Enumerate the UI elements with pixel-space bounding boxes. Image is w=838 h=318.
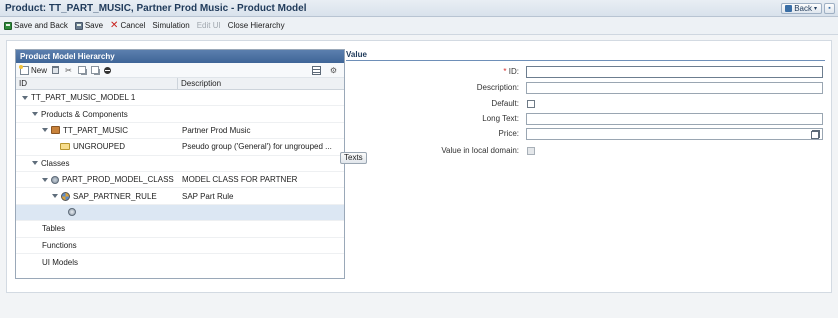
long-text-label: Long Text: bbox=[482, 114, 519, 123]
id-label-text: ID: bbox=[508, 67, 519, 76]
save-button[interactable]: Save bbox=[74, 21, 104, 30]
copy-icon[interactable] bbox=[78, 66, 87, 74]
local-domain-label: Value in local domain: bbox=[441, 146, 519, 155]
cut-icon[interactable]: ✂ bbox=[64, 66, 73, 75]
new-label: New bbox=[31, 65, 48, 75]
cancel-label: Cancel bbox=[120, 21, 146, 30]
table-row[interactable]: TT_PART_MUSIC_MODEL 1 bbox=[16, 90, 344, 107]
table-row[interactable]: SAP_PARTNER_RULE SAP Part Rule bbox=[16, 188, 344, 205]
save-label: Save bbox=[84, 21, 104, 30]
table-row-selected[interactable] bbox=[16, 204, 344, 222]
product-box-icon bbox=[51, 126, 60, 135]
close-hierarchy-button[interactable]: Close Hierarchy bbox=[228, 21, 285, 30]
back-label: Back bbox=[794, 4, 812, 13]
column-id[interactable]: ID bbox=[16, 78, 178, 89]
content-area: Product Model Hierarchy New ✂ ⚙ ID Descr… bbox=[6, 40, 832, 293]
price-label: Price: bbox=[498, 129, 519, 138]
row-id: SAP_PARTNER_RULE bbox=[73, 191, 157, 201]
row-id: Classes bbox=[41, 158, 70, 168]
title-bar: Product: TT_PART_MUSIC, Partner Prod Mus… bbox=[0, 0, 838, 17]
expand-triangle-icon[interactable] bbox=[42, 177, 48, 182]
table-row[interactable]: Classes bbox=[16, 156, 344, 172]
collapse-icon[interactable] bbox=[104, 66, 112, 74]
column-description[interactable]: Description bbox=[178, 78, 344, 89]
row-id: Functions bbox=[42, 240, 77, 250]
cancel-icon: ✕ bbox=[110, 19, 119, 31]
row-description: MODEL CLASS FOR PARTNER bbox=[182, 175, 298, 185]
row-id: TT_PART_MUSIC_MODEL 1 bbox=[31, 93, 136, 103]
row-id: Products & Components bbox=[41, 109, 128, 119]
new-button[interactable]: New bbox=[19, 64, 48, 75]
row-description: Pseudo group ('General') for ungrouped .… bbox=[182, 142, 332, 152]
table-row[interactable]: Products & Components bbox=[16, 106, 344, 123]
row-id: UI Models bbox=[42, 257, 79, 267]
row-description: Partner Prod Music bbox=[182, 125, 251, 135]
local-domain-row: Value in local domain: bbox=[346, 145, 825, 157]
folder-icon bbox=[60, 143, 70, 151]
value-title: Value bbox=[346, 50, 825, 61]
description-label: Description: bbox=[476, 83, 519, 92]
expand-triangle-icon[interactable] bbox=[32, 161, 38, 166]
disk-icon bbox=[74, 21, 83, 30]
table-row[interactable]: UI Models bbox=[16, 254, 344, 270]
value-node-icon bbox=[68, 208, 76, 217]
expand-triangle-icon[interactable] bbox=[22, 95, 28, 100]
page-title: Product: TT_PART_MUSIC, Partner Prod Mus… bbox=[5, 3, 307, 14]
id-input[interactable] bbox=[526, 66, 823, 78]
new-document-icon bbox=[19, 64, 29, 75]
row-id: PART_PROD_MODEL_CLASS bbox=[62, 175, 174, 185]
table-row[interactable]: Tables bbox=[16, 221, 344, 238]
save-and-back-label: Save and Back bbox=[14, 21, 68, 30]
main-toolbar: Save and Back Save ✕ Cancel Simulation E… bbox=[0, 17, 838, 35]
row-description: SAP Part Rule bbox=[182, 191, 234, 201]
row-id: TT_PART_MUSIC bbox=[63, 125, 129, 135]
expand-triangle-icon[interactable] bbox=[32, 112, 38, 117]
simulation-button[interactable]: Simulation bbox=[152, 21, 189, 30]
table-row[interactable]: UNGROUPED Pseudo group ('General') for u… bbox=[16, 139, 344, 156]
back-icon bbox=[785, 5, 793, 12]
system-menu-button[interactable]: ▪ bbox=[824, 3, 835, 14]
price-input[interactable] bbox=[526, 128, 823, 140]
table-settings-icon[interactable] bbox=[312, 66, 321, 75]
row-id: UNGROUPED bbox=[73, 142, 126, 152]
id-label: * ID: bbox=[503, 67, 519, 76]
description-row: Description: bbox=[346, 82, 825, 94]
table-header: ID Description bbox=[16, 78, 344, 90]
cancel-button[interactable]: ✕ Cancel bbox=[110, 19, 146, 31]
table-row[interactable]: PART_PROD_MODEL_CLASS MODEL CLASS FOR PA… bbox=[16, 172, 344, 189]
expand-triangle-icon[interactable] bbox=[42, 128, 48, 133]
class-icon bbox=[51, 175, 59, 184]
table-row[interactable]: Functions bbox=[16, 238, 344, 254]
paste-icon[interactable] bbox=[91, 66, 100, 74]
edit-ui-button: Edit UI bbox=[196, 21, 221, 30]
id-row: * ID: bbox=[346, 66, 825, 78]
hierarchy-panel: Product Model Hierarchy New ✂ ⚙ ID Descr… bbox=[15, 49, 345, 279]
required-marker: * bbox=[503, 67, 507, 76]
back-button[interactable]: Back ▾ bbox=[781, 3, 822, 14]
trash-icon[interactable] bbox=[52, 66, 60, 74]
value-section: Value * ID: Description: Default: Long T… bbox=[346, 50, 825, 155]
value-help-icon[interactable] bbox=[811, 131, 819, 139]
table-row[interactable]: TT_PART_MUSIC Partner Prod Music bbox=[16, 123, 344, 140]
rule-icon bbox=[61, 191, 70, 201]
hierarchy-toolbar: New ✂ ⚙ bbox=[16, 63, 344, 78]
default-label: Default: bbox=[491, 99, 519, 108]
expand-triangle-icon[interactable] bbox=[52, 194, 58, 199]
personalize-icon[interactable]: ⚙ bbox=[329, 66, 338, 75]
default-checkbox[interactable] bbox=[527, 100, 535, 108]
price-row: Price: bbox=[346, 128, 825, 140]
hierarchy-title: Product Model Hierarchy bbox=[16, 50, 344, 63]
save-icon bbox=[4, 21, 12, 30]
long-text-row: Long Text: bbox=[346, 113, 825, 125]
default-row: Default: bbox=[346, 98, 825, 110]
save-and-back-button[interactable]: Save and Back bbox=[4, 21, 68, 30]
long-text-input[interactable] bbox=[526, 113, 823, 125]
row-id: Tables bbox=[42, 224, 66, 234]
chevron-down-icon: ▾ bbox=[813, 6, 817, 12]
description-input[interactable] bbox=[526, 82, 823, 94]
local-domain-checkbox bbox=[527, 147, 535, 155]
